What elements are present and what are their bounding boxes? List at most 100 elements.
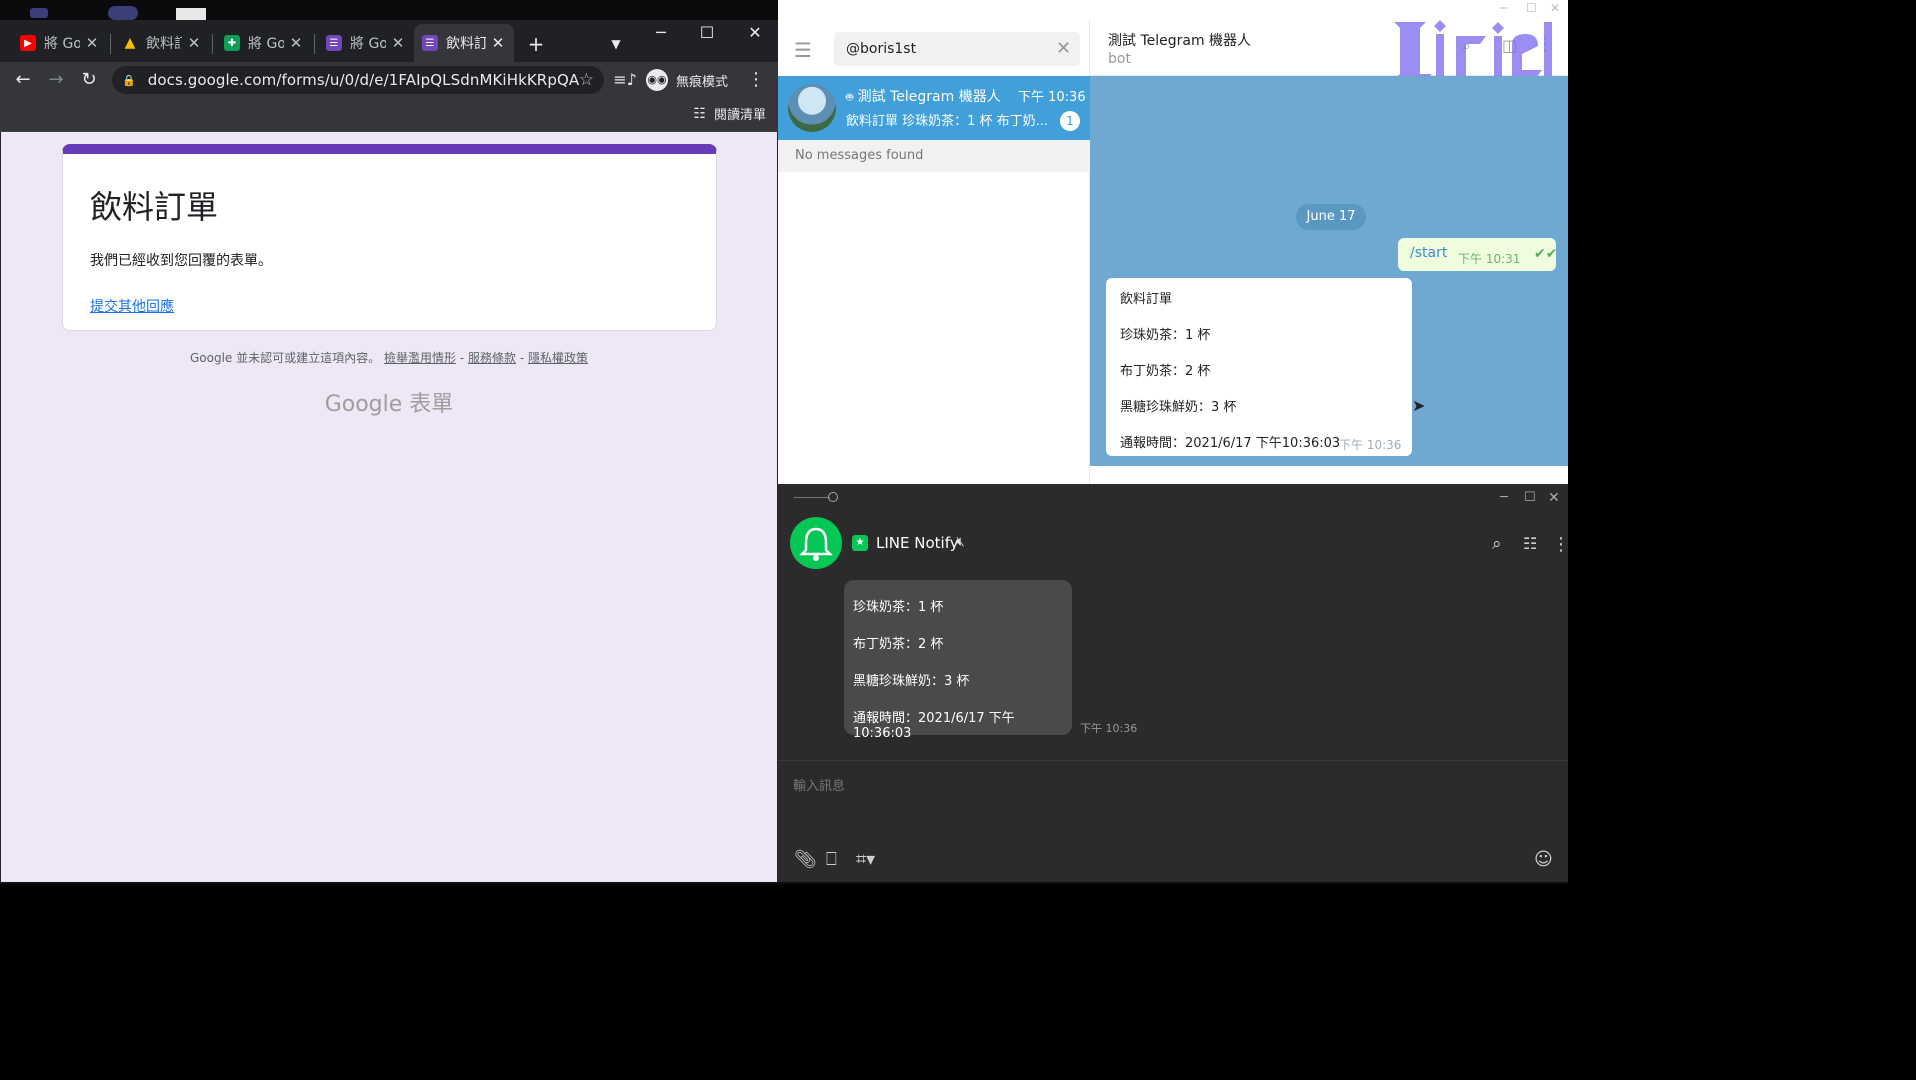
maximize-button[interactable]: ☐ [1524,490,1536,505]
privacy-link[interactable]: 隱私權政策 [528,351,588,365]
form-confirmation-card: 飲料訂單 我們已經收到您回覆的表單。 提交其他回應 [62,144,717,331]
close-icon[interactable]: ✕ [84,34,100,52]
chat-subtitle: bot [1108,51,1131,67]
message-line: 黑糖珍珠鮮奶：3 杯 [853,674,970,689]
attach-file-icon[interactable]: 📎︎ [794,849,817,870]
chat-name: 測試 Telegram 機器人 [857,89,1001,105]
telegram-sidebar: ☰ @boris1st ✕ 🤖︎ 測試 Telegram 機器人 下午 10:3… [778,20,1090,484]
avatar [788,84,836,132]
line-message: 珍珠奶茶：1 杯 布丁奶茶：2 杯 黑糖珍珠鮮奶：3 杯 通報時間：2021/6… [844,580,1072,741]
telegram-window: ─ ☐ ✕ ☰ @boris1st ✕ 🤖︎ 測試 Telegram 機器人 下… [778,0,1568,484]
close-icon[interactable]: ✕ [288,34,304,52]
google-sheets-icon: ✚ [224,35,240,51]
google-forms-icon: ☰ [326,35,342,51]
back-button[interactable]: ← [8,65,38,95]
browser-menu-icon[interactable]: ⋮ [741,65,771,95]
screenshot-crop-icon[interactable]: ⌗▾ [856,849,875,870]
close-window-button[interactable]: ✕ [732,18,778,48]
line-notify-avatar[interactable] [790,517,842,569]
line-window: ─ ☐ ✕ ★ LINE Notify 🔇︎ ⌕ ☷ ⋮ 珍珠奶茶：1 杯 布丁… [778,484,1568,884]
google-drive-icon: ▲ [124,35,136,51]
terms-link[interactable]: 服務條款 [468,351,516,365]
chat-area: June 17 /start 下午 10:31 ✔✔ 飲料訂單 珍珠奶茶：1 杯… [1090,76,1568,484]
close-icon[interactable]: ✕ [490,34,506,52]
hamburger-menu-icon[interactable]: ☰ [794,38,812,62]
desktop-shape [176,8,206,20]
new-tab-button[interactable]: + [521,29,551,59]
read-checkmark-icon: ✔✔ [1534,246,1558,262]
desktop-shape [30,8,48,18]
message-compose-area[interactable]: 輸入訊息 📎︎ ⎕ ⌗▾ ☺ [778,760,1568,884]
message-input[interactable]: 輸入訊息 [793,775,845,794]
close-window-button[interactable]: ✕ [1548,490,1560,506]
minimize-button[interactable]: ─ [638,18,684,48]
desktop-strip [0,0,778,20]
search-input[interactable]: @boris1st [834,32,1080,66]
youtube-icon: ▶ [20,35,36,51]
no-messages-text: No messages found [778,140,1090,172]
google-forms-logo[interactable]: Google 表單 [0,386,778,418]
google-forms-icon: ☰ [422,35,438,51]
search-icon[interactable]: ⌕ [1492,534,1502,554]
bot-icon: 🤖︎ [846,90,854,104]
tab-youtube[interactable]: ▶ 將 Go ✕ [12,24,108,62]
tab-drive[interactable]: ▲ 飲料訂 ✕ [114,24,210,62]
close-icon[interactable]: ✕ [186,34,202,52]
incognito-indicator[interactable]: ◉◉ 無痕模式 [646,67,728,93]
bookmark-star-icon[interactable]: ☆ [579,70,594,90]
more-options-icon[interactable]: ⋮ [1552,534,1568,555]
reload-button[interactable]: ↻ [74,65,104,95]
form-confirmation-message: 我們已經收到您回覆的表單。 [90,253,272,269]
unread-badge: 1 [1060,111,1080,131]
form-footer: Google 並未認可或建立這項內容。 檢舉濫用情形 - 服務條款 - 隱私權政… [189,351,588,365]
reading-list-icon: ☷ [693,105,706,122]
message-input-bar[interactable] [1090,466,1568,484]
tab-sheets[interactable]: ✚ 將 Go ✕ [216,24,312,62]
message-line: 布丁奶茶：2 杯 [853,637,944,652]
minimize-button[interactable]: ─ [1500,490,1508,505]
emoji-icon[interactable]: ☺ [1534,849,1553,870]
clear-search-icon[interactable]: ✕ [1056,38,1071,59]
incognito-icon: ◉◉ [646,69,668,91]
desktop-edge [0,882,1568,884]
submit-another-response-link[interactable]: 提交其他回應 [90,296,174,316]
line-chat-name: LINE Notify [876,534,959,552]
lock-icon: 🔒 [122,73,136,87]
maximize-button[interactable]: ☐ [1526,1,1537,15]
close-window-button[interactable]: ✕ [1550,1,1560,15]
maximize-button[interactable]: ☐ [684,18,730,48]
message-text[interactable]: /start [1410,245,1447,261]
message-line: 珍珠奶茶：1 杯 [1120,328,1211,343]
message-time: 下午 10:36 [1339,438,1402,452]
verified-shield-icon: ★ [852,535,868,551]
url-text: docs.google.com/forms/u/0/d/e/1FAIpQLSdn… [147,71,579,89]
pin-slider-icon[interactable] [794,490,838,504]
chat-list-item[interactable]: 🤖︎ 測試 Telegram 機器人 下午 10:36 飲料訂單 珍珠奶茶：1 … [778,76,1090,140]
media-control-icon[interactable]: ≡♪ [610,65,640,95]
incoming-message: 飲料訂單 珍珠奶茶：1 杯 布丁奶茶：2 杯 黑糖珍珠鮮奶：3 杯 通報時間：2… [1106,278,1412,456]
tab-forms[interactable]: ☰ 將 Go ✕ [318,24,414,62]
bookmark-icon[interactable]: ⎕ [826,849,837,870]
tab-search-button[interactable]: ▼ [601,29,631,59]
form-title: 飲料訂單 [90,188,219,226]
chat-header[interactable]: 測試 Telegram 機器人 bot ⌕ ◫ ⋮ [1090,20,1568,92]
notes-icon[interactable]: ☷ [1523,534,1537,553]
message-time: 下午 10:31 [1458,252,1521,266]
message-line: 通報時間：2021/6/17 下午10:36:03 [853,711,1015,741]
desktop-shape [108,6,138,20]
message-line: 珍珠奶茶：1 杯 [853,600,944,615]
bookmarks-bar [0,98,778,132]
outgoing-message: /start 下午 10:31 ✔✔ [1398,238,1558,271]
report-abuse-link[interactable]: 檢舉濫用情形 [384,351,456,365]
tab-forms-active[interactable]: ☰ 飲料訂 ✕ [414,24,514,62]
forward-button[interactable]: → [41,65,71,95]
minimize-button[interactable]: ─ [1500,1,1507,15]
tab-separator [212,34,213,54]
message-line: 布丁奶茶：2 杯 [1120,364,1211,379]
message-time: 下午 10:36 [1080,722,1138,735]
message-line: 飲料訂單 [1120,292,1173,307]
reading-list-button[interactable]: ☷ 閱讀清單 [693,104,766,124]
chat-title: 測試 Telegram 機器人 [1108,33,1252,49]
address-bar[interactable]: 🔒 docs.google.com/forms/u/0/d/e/1FAIpQLS… [112,66,604,94]
close-icon[interactable]: ✕ [390,34,406,52]
